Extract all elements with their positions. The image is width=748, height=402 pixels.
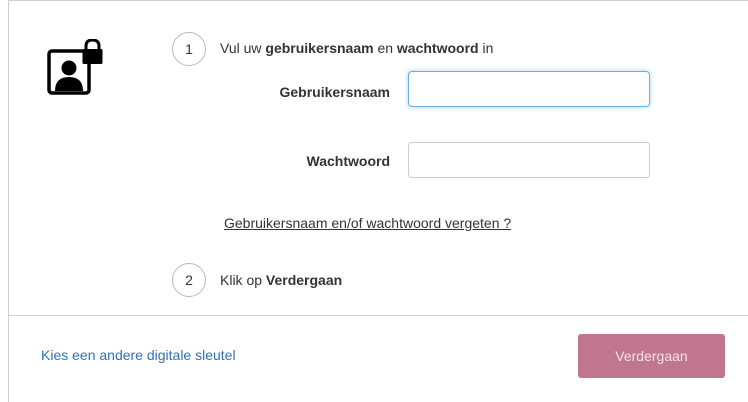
step-2-indicator: 2 (172, 263, 206, 297)
forgot-credentials-link[interactable]: Gebruikersnaam en/of wachtwoord vergeten… (224, 215, 511, 231)
password-input[interactable] (408, 142, 650, 178)
footer-divider (9, 315, 748, 316)
username-input[interactable] (408, 71, 650, 107)
password-label: Wachtwoord (306, 153, 390, 169)
username-label: Gebruikersnaam (279, 84, 391, 100)
step-2-instruction: Klik op Verdergaan (220, 272, 343, 288)
step-1-instruction: Vul uw gebruikersnaam en wachtwoord in (220, 40, 494, 56)
continue-button[interactable]: Verdergaan (578, 334, 725, 378)
step-1-indicator: 1 (172, 32, 206, 66)
user-lock-icon (47, 39, 103, 95)
choose-other-key-link[interactable]: Kies een andere digitale sleutel (41, 347, 236, 363)
login-panel: 1 Vul uw gebruikersnaam en wachtwoord in… (8, 0, 748, 402)
